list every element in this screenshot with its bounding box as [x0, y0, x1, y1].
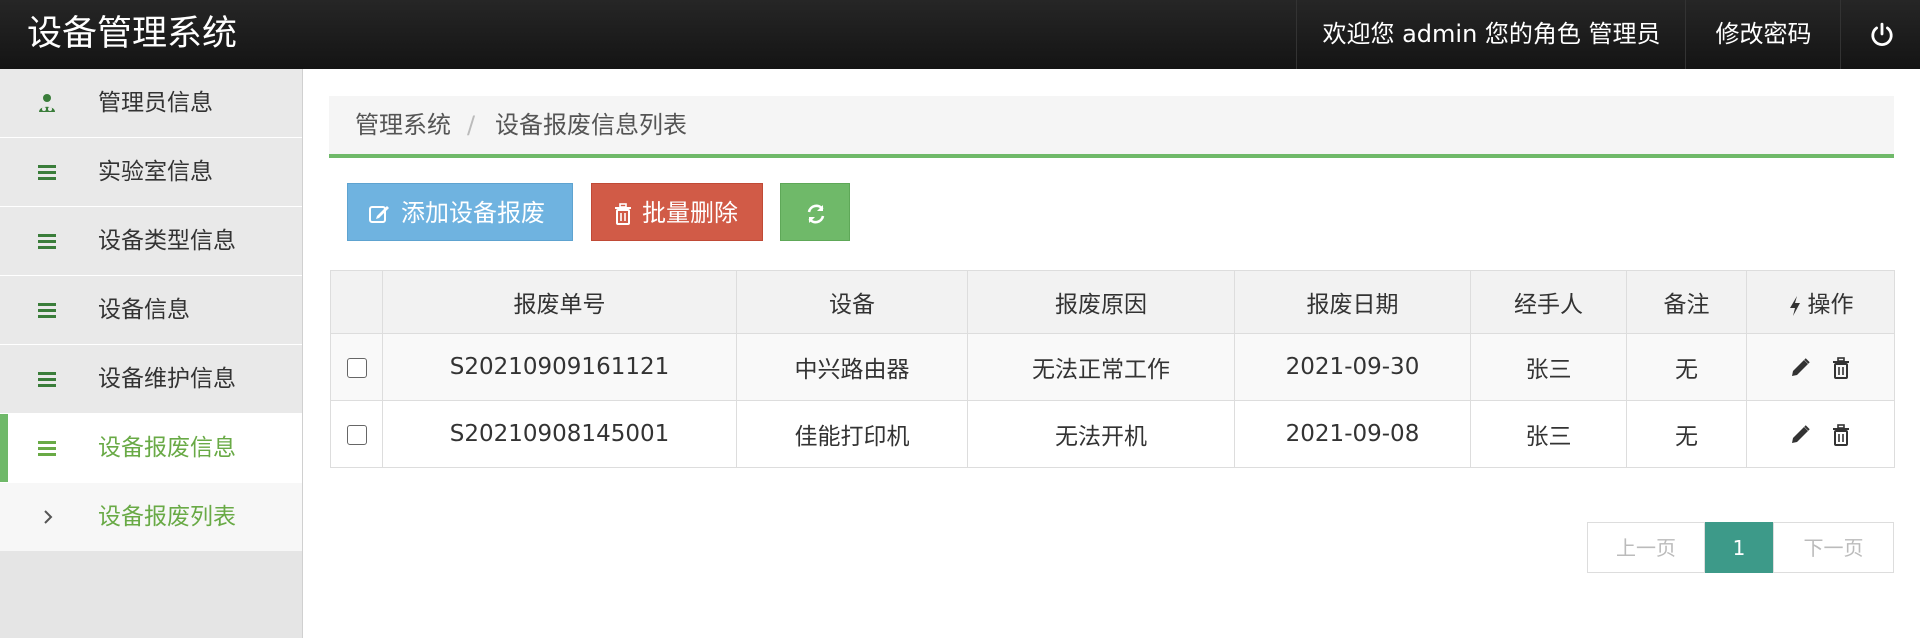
sidebar-item-lab[interactable]: 实验室信息 [0, 138, 302, 207]
prev-page-button[interactable]: 上一页 [1587, 522, 1705, 573]
cell-device: 中兴路由器 [736, 333, 968, 401]
sidebar-item-maintenance[interactable]: 设备维护信息 [0, 345, 302, 414]
breadcrumb-current: 设备报废信息列表 [495, 111, 687, 139]
cell-reason: 无法正常工作 [967, 333, 1235, 401]
list-icon [38, 234, 56, 249]
sidebar-item-label: 实验室信息 [98, 159, 213, 185]
table-header-row: 报废单号 设备 报废原因 报废日期 经手人 备注 操作 [330, 270, 1895, 334]
edit-icon [369, 206, 389, 223]
list-icon [38, 372, 56, 387]
row-select-cell [330, 400, 383, 468]
column-header-handler[interactable]: 经手人 [1470, 270, 1627, 334]
logout-button[interactable] [1840, 0, 1920, 69]
sidebar-item-label: 设备信息 [98, 297, 190, 323]
edit-pencil-icon[interactable] [1789, 357, 1811, 379]
breadcrumb: 管理系统 / 设备报废信息列表 [329, 96, 1894, 158]
cell-reason: 无法开机 [967, 400, 1235, 468]
list-icon [38, 441, 56, 456]
sidebar-item-label: 管理员信息 [98, 90, 213, 116]
edit-pencil-icon[interactable] [1789, 424, 1811, 446]
column-header-actions: 操作 [1746, 270, 1895, 334]
column-header-remark[interactable]: 备注 [1626, 270, 1747, 334]
cell-date: 2021-09-30 [1234, 333, 1471, 401]
batch-delete-button[interactable]: 批量删除 [591, 183, 763, 241]
sidebar-item-label: 设备维护信息 [98, 366, 236, 392]
cell-id: S20210908145001 [382, 400, 737, 468]
trash-icon [615, 203, 631, 225]
sidebar-item-scrap[interactable]: 设备报废信息 [0, 414, 302, 483]
change-password-link[interactable]: 修改密码 [1685, 0, 1841, 69]
cell-remark: 无 [1626, 400, 1747, 468]
sidebar-subitem-scrap-list[interactable]: 设备报废列表 [0, 483, 302, 551]
sidebar-subitem-label: 设备报废列表 [98, 504, 236, 530]
delete-trash-icon[interactable] [1830, 423, 1852, 446]
cell-id: S20210909161121 [382, 333, 737, 401]
sidebar-item-label: 设备报废信息 [98, 435, 236, 461]
cell-device: 佳能打印机 [736, 400, 968, 468]
cell-handler: 张三 [1470, 333, 1627, 401]
scrap-table: 报废单号 设备 报废原因 报废日期 经手人 备注 操作 S20210909161… [330, 270, 1895, 468]
sidebar-item-admin[interactable]: 管理员信息 [0, 69, 302, 138]
breadcrumb-separator: / [467, 111, 476, 139]
column-header-reason[interactable]: 报废原因 [967, 270, 1235, 334]
sidebar-item-device[interactable]: 设备信息 [0, 276, 302, 345]
cell-date: 2021-09-08 [1234, 400, 1471, 468]
header-select [330, 270, 383, 334]
breadcrumb-root[interactable]: 管理系统 [355, 96, 451, 154]
list-icon [38, 165, 56, 180]
table-row: S20210909161121 中兴路由器 无法正常工作 2021-09-30 … [330, 333, 1895, 401]
cell-actions [1746, 333, 1895, 401]
welcome-text: 欢迎您 admin 您的角色 管理员 [1296, 0, 1686, 69]
active-indicator [0, 414, 8, 482]
column-header-device[interactable]: 设备 [736, 270, 968, 334]
sidebar: 管理员信息 实验室信息 设备类型信息 设备信息 设备维护信息 设备报废信息 设备… [0, 69, 303, 638]
power-icon [1871, 22, 1893, 46]
column-header-id[interactable]: 报废单号 [382, 270, 737, 334]
add-scrap-button[interactable]: 添加设备报废 [347, 183, 573, 241]
app-title: 设备管理系统 [27, 14, 238, 54]
row-select-cell [330, 333, 383, 401]
cell-actions [1746, 400, 1895, 468]
page-1-button[interactable]: 1 [1705, 522, 1773, 573]
cell-handler: 张三 [1470, 400, 1627, 468]
bolt-icon [1789, 295, 1800, 316]
row-checkbox[interactable] [346, 424, 367, 445]
table-row: S20210908145001 佳能打印机 无法开机 2021-09-08 张三… [330, 400, 1895, 468]
column-header-date[interactable]: 报废日期 [1234, 270, 1471, 334]
refresh-button[interactable] [780, 183, 850, 241]
next-page-button[interactable]: 下一页 [1773, 522, 1894, 573]
column-header-actions-label: 操作 [1807, 292, 1854, 318]
chevron-right-icon [44, 510, 53, 524]
list-icon [38, 303, 56, 318]
batch-delete-label: 批量删除 [642, 199, 738, 227]
sidebar-item-device-type[interactable]: 设备类型信息 [0, 207, 302, 276]
cell-remark: 无 [1626, 333, 1747, 401]
top-header: 设备管理系统 欢迎您 admin 您的角色 管理员 修改密码 [0, 0, 1920, 69]
delete-trash-icon[interactable] [1830, 356, 1852, 379]
refresh-icon [807, 204, 825, 224]
add-scrap-label: 添加设备报废 [401, 199, 545, 227]
row-checkbox[interactable] [346, 357, 367, 378]
sidebar-item-label: 设备类型信息 [98, 228, 236, 254]
admin-user-icon [39, 94, 55, 112]
